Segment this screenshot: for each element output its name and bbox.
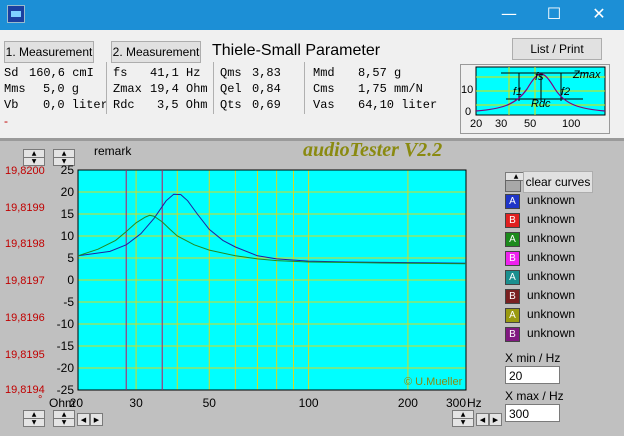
curve-color-box[interactable]: A — [505, 308, 520, 323]
curve-name[interactable]: unknown — [527, 193, 575, 207]
y-tick-label: 0 — [67, 273, 74, 287]
x-tick-label: 300 — [446, 396, 466, 410]
x-right-down-spinner[interactable]: ▼ — [452, 418, 474, 427]
curve-name[interactable]: unknown — [527, 231, 575, 245]
xmin-label: X min / Hz — [505, 351, 561, 365]
y-tick-label: -10 — [57, 317, 75, 331]
y-tick-label: -20 — [57, 361, 75, 375]
xmax-label: X max / Hz — [505, 389, 564, 403]
y-tick-label: -5 — [63, 295, 74, 309]
curve-color-box[interactable]: B — [505, 289, 520, 304]
y-tick-label: 10 — [61, 229, 75, 243]
x-tick-label: 100 — [299, 396, 319, 410]
x-unit-label: Hz — [467, 396, 482, 410]
y-unit-label: Ohm — [49, 396, 76, 410]
y-lower-down-spinner[interactable]: ▼ — [23, 418, 45, 427]
curve-name[interactable]: unknown — [527, 326, 575, 340]
xmin-input[interactable]: 20 — [505, 366, 560, 384]
curve-color-box[interactable]: B — [505, 213, 520, 228]
y-tick-label: 15 — [61, 207, 75, 221]
curve-color-box[interactable]: A — [505, 270, 520, 285]
x-tick-label: 30 — [129, 396, 143, 410]
y-tick-label: -25 — [57, 383, 75, 397]
x-tick-label: 50 — [203, 396, 217, 410]
y-tick-label: 20 — [61, 185, 75, 199]
scroll-left-icon[interactable]: ◀ — [77, 413, 90, 426]
y-tick-label: -15 — [57, 339, 75, 353]
scroll-right-icon[interactable]: ▶ — [489, 413, 502, 426]
curve-name[interactable]: unknown — [527, 250, 575, 264]
curve-name[interactable]: unknown — [527, 307, 575, 321]
curve-color-box[interactable]: A — [505, 232, 520, 247]
x-tick-label: 200 — [398, 396, 418, 410]
curve-list-icon[interactable] — [505, 180, 521, 192]
copyright-label: © U.Mueller — [404, 376, 463, 388]
curve-color-box[interactable]: B — [505, 251, 520, 266]
curve-color-box[interactable]: B — [505, 327, 520, 342]
xmax-input[interactable]: 300 — [505, 404, 560, 422]
curve-name[interactable]: unknown — [527, 212, 575, 226]
x-scale-down-spinner[interactable]: ▼ — [53, 418, 75, 427]
y-tick-label: 5 — [67, 251, 74, 265]
curve-name[interactable]: unknown — [527, 288, 575, 302]
curve-color-box[interactable]: A — [505, 194, 520, 209]
curve-name[interactable]: unknown — [527, 269, 575, 283]
y-tick-label: 25 — [61, 163, 75, 177]
scroll-right-icon[interactable]: ▶ — [90, 413, 103, 426]
scroll-left-icon[interactable]: ◀ — [476, 413, 489, 426]
clear-curves-button[interactable]: clear curves — [523, 171, 593, 193]
